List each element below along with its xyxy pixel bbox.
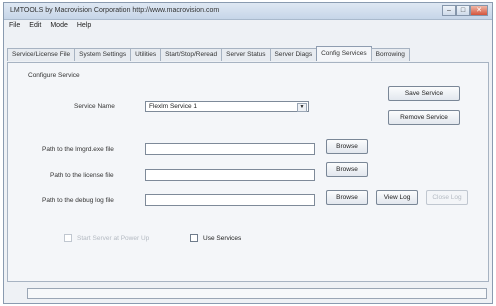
service-name-value: Flexlm Service 1 [149,103,198,110]
minimize-button[interactable]: – [442,5,456,16]
license-path-label: Path to the license file [50,172,114,179]
window-title: LMTOOLS by Macrovision Corporation http:… [10,7,220,14]
configure-service-heading: Configure Service [28,72,80,79]
close-button[interactable]: ✕ [470,5,488,16]
chevron-down-icon[interactable]: ▼ [297,103,307,112]
use-services-checkbox[interactable]: Use Services [190,234,241,242]
tab-start-stop-reread[interactable]: Start/Stop/Reread [160,48,223,61]
browse-debug-log-button[interactable]: Browse [326,190,368,205]
close-log-button: Close Log [426,190,468,205]
remove-service-button[interactable]: Remove Service [388,110,460,125]
browse-license-button[interactable]: Browse [326,162,368,177]
menu-bar: File Edit Mode Help [4,20,492,32]
window-controls: – □ ✕ [442,5,488,16]
start-at-power-up-checkbox: Start Server at Power Up [64,234,149,242]
debug-log-path-input[interactable] [145,194,315,206]
title-bar: LMTOOLS by Macrovision Corporation http:… [4,3,492,20]
save-service-button[interactable]: Save Service [388,86,460,101]
app-window: LMTOOLS by Macrovision Corporation http:… [3,2,493,304]
tab-strip: Service/License File System Settings Uti… [7,46,410,62]
browse-lmgrd-button[interactable]: Browse [326,139,368,154]
status-field [27,288,487,299]
tab-service-license-file[interactable]: Service/License File [7,48,76,61]
menu-mode[interactable]: Mode [45,20,72,32]
menu-help[interactable]: Help [72,20,95,32]
menu-file[interactable]: File [4,20,24,32]
service-name-select[interactable]: Flexlm Service 1 ▼ [145,101,309,112]
tab-utilities[interactable]: Utilities [130,48,162,61]
start-at-power-up-label: Start Server at Power Up [77,234,150,242]
checkbox-box [64,234,72,242]
license-path-input[interactable] [145,169,315,181]
config-services-panel: Configure Service Service Name Flexlm Se… [7,62,489,282]
status-bar [7,287,489,301]
tab-server-status[interactable]: Server Status [221,48,271,61]
service-name-label: Service Name [74,103,115,110]
use-services-label: Use Services [203,234,242,242]
lmgrd-path-label: Path to the lmgrd.exe file [42,146,114,153]
lmgrd-path-input[interactable] [145,143,315,155]
tab-borrowing[interactable]: Borrowing [370,48,410,61]
debug-log-path-label: Path to the debug log file [42,197,114,204]
tab-server-diags[interactable]: Server Diags [269,48,318,61]
tab-system-settings[interactable]: System Settings [74,48,132,61]
checkbox-box[interactable] [190,234,198,242]
tab-config-services[interactable]: Config Services [316,46,372,61]
view-log-button[interactable]: View Log [376,190,418,205]
menu-edit[interactable]: Edit [24,20,45,32]
maximize-button[interactable]: □ [456,5,470,16]
